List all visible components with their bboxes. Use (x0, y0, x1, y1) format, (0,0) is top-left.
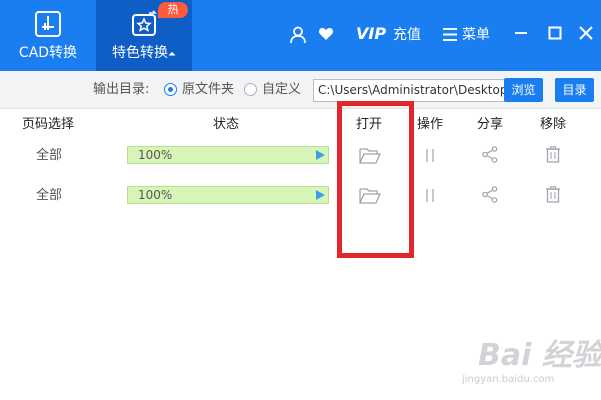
header-page-selection: 页码选择 (22, 117, 75, 132)
play-icon[interactable] (316, 190, 325, 200)
recharge-label[interactable]: 充值 (393, 26, 421, 44)
pause-icon[interactable] (424, 148, 436, 163)
menu-label[interactable]: 菜单 (462, 26, 490, 44)
cad-convert-tab[interactable]: CAD转换 (0, 0, 96, 71)
row-2-progress-text: 100% (138, 188, 173, 202)
menu-icon[interactable] (443, 28, 457, 41)
special-convert-icon (132, 10, 157, 36)
row-2-progress: 100% (127, 186, 329, 204)
output-path-input[interactable]: C:\Users\Administrator\Desktop (313, 79, 505, 102)
row-2-pages[interactable]: 全部 (36, 188, 62, 204)
watermark-url: jingyan.baidu.com (462, 374, 555, 385)
special-convert-text: 特色转换 (112, 45, 168, 61)
special-convert-label: 特色转换⏶ (96, 44, 192, 64)
row-1-progress-text: 100% (138, 148, 173, 162)
share-icon[interactable] (482, 186, 498, 203)
radio-original-folder[interactable] (164, 83, 177, 96)
radio-original-folder-label[interactable]: 原文件夹 (182, 82, 234, 98)
header-action: 操作 (417, 117, 444, 132)
share-icon[interactable] (482, 146, 498, 163)
row-1-progress: 100% (127, 146, 329, 164)
output-directory-label: 输出目录: (93, 82, 150, 97)
close-icon[interactable] (579, 26, 593, 40)
play-icon[interactable] (316, 150, 325, 160)
hot-badge: 热 (158, 2, 188, 18)
cad-convert-label: CAD转换 (18, 45, 78, 61)
pause-icon[interactable] (424, 188, 436, 203)
maximize-icon[interactable] (548, 26, 562, 40)
directory-button[interactable]: 目录 (555, 78, 594, 102)
user-icon[interactable] (289, 26, 307, 44)
trash-icon[interactable] (545, 146, 561, 163)
row-1-pages[interactable]: 全部 (36, 148, 62, 164)
header-share: 分享 (477, 117, 504, 132)
cad-convert-icon (35, 11, 61, 37)
highlight-box (337, 101, 414, 258)
header-remove: 移除 (540, 117, 567, 132)
browse-button[interactable]: 浏览 (504, 78, 543, 102)
trash-icon[interactable] (545, 186, 561, 203)
radio-custom[interactable] (244, 83, 257, 96)
radio-custom-label[interactable]: 自定义 (262, 82, 301, 98)
heart-icon[interactable] (318, 26, 334, 42)
vip-label[interactable]: VIP (356, 24, 386, 44)
caret-up-icon: ⏶ (168, 49, 176, 60)
minimize-icon[interactable] (514, 26, 528, 40)
header-status: 状态 (213, 117, 240, 132)
watermark-logo: Bai 经验 (478, 338, 601, 373)
